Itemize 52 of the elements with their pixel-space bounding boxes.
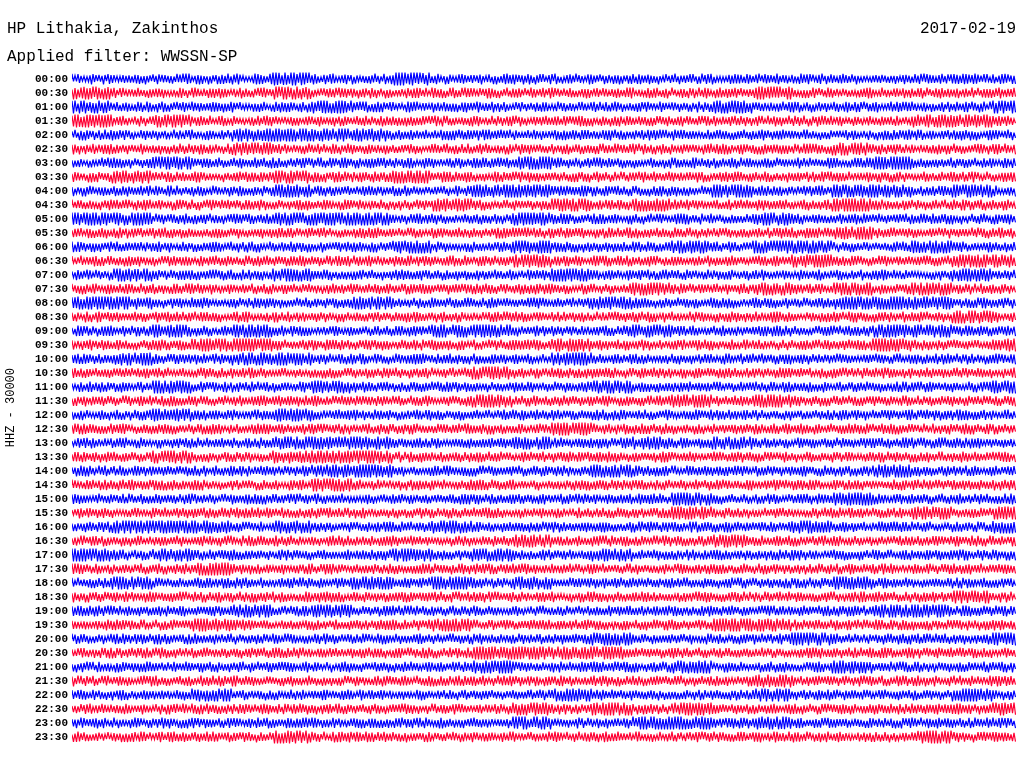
time-label: 03:00: [34, 156, 69, 170]
time-label: 06:30: [34, 254, 69, 268]
time-label: 10:30: [34, 366, 69, 380]
time-label: 22:00: [34, 688, 69, 702]
time-label: 12:00: [34, 408, 69, 422]
time-label: 19:30: [34, 618, 69, 632]
time-label: 08:30: [34, 310, 69, 324]
time-label: 23:30: [34, 730, 69, 744]
time-label: 14:30: [34, 478, 69, 492]
time-label: 23:00: [34, 716, 69, 730]
time-label: 01:00: [34, 100, 69, 114]
time-label: 16:00: [34, 520, 69, 534]
time-label: 07:00: [34, 268, 69, 282]
time-label: 16:30: [34, 534, 69, 548]
time-label: 20:30: [34, 646, 69, 660]
time-label: 22:30: [34, 702, 69, 716]
time-label: 19:00: [34, 604, 69, 618]
time-label: 15:30: [34, 506, 69, 520]
time-label: 21:00: [34, 660, 69, 674]
time-label: 04:00: [34, 184, 69, 198]
time-label: 07:30: [34, 282, 69, 296]
time-label: 15:00: [34, 492, 69, 506]
time-label: 17:30: [34, 562, 69, 576]
time-label: 02:30: [34, 142, 69, 156]
time-label: 12:30: [34, 422, 69, 436]
time-label: 18:30: [34, 590, 69, 604]
time-label: 00:00: [34, 72, 69, 86]
time-label: 21:30: [34, 674, 69, 688]
time-label: 10:00: [34, 352, 69, 366]
time-label: 17:00: [34, 548, 69, 562]
time-label: 00:30: [34, 86, 69, 100]
channel-label: HHZ - 30000: [4, 368, 18, 448]
time-label: 05:00: [34, 212, 69, 226]
time-label: 05:30: [34, 226, 69, 240]
time-label: 06:00: [34, 240, 69, 254]
time-label: 09:00: [34, 324, 69, 338]
filter-label: Applied filter: WWSSN-SP: [7, 48, 238, 66]
time-label: 02:00: [34, 128, 69, 142]
time-label: 03:30: [34, 170, 69, 184]
time-label: 11:00: [34, 380, 69, 394]
time-label: 13:30: [34, 450, 69, 464]
time-label: 09:30: [34, 338, 69, 352]
time-label: 14:00: [34, 464, 69, 478]
time-label: 13:00: [34, 436, 69, 450]
station-title: HP Lithakia, Zakinthos: [7, 20, 219, 38]
time-label: 01:30: [34, 114, 69, 128]
time-label: 04:30: [34, 198, 69, 212]
time-label: 11:30: [34, 394, 69, 408]
time-label: 20:00: [34, 632, 69, 646]
date-label: 2017-02-19: [920, 20, 1016, 38]
time-label: 18:00: [34, 576, 69, 590]
time-label: 08:00: [34, 296, 69, 310]
